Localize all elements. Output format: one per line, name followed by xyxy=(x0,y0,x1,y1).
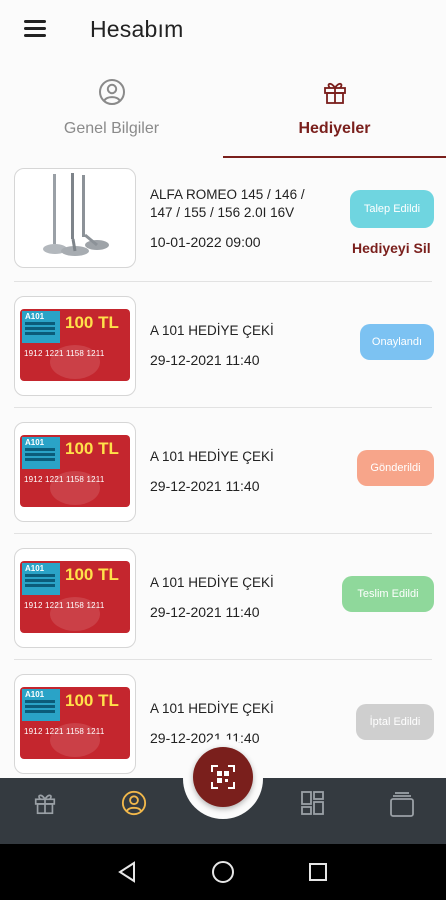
qr-scan-icon xyxy=(211,765,235,789)
user-circle-icon xyxy=(98,79,125,105)
gift-image: A101 100 TL 1912 1221 1158 1211 xyxy=(14,296,136,396)
nav-gifts[interactable] xyxy=(15,778,75,828)
qr-scan-button[interactable] xyxy=(193,747,253,807)
gift-image xyxy=(14,168,136,268)
gift-date: 29-12-2021 11:40 xyxy=(150,478,260,494)
list-item[interactable]: ALFA ROMEO 145 / 146 / 147 / 155 / 156 2… xyxy=(0,158,446,282)
gift-name: A 101 HEDİYE ÇEKİ xyxy=(150,449,274,464)
list-item[interactable]: A101 100 TL 1912 1221 1158 1211 A 101 HE… xyxy=(0,534,446,660)
tab-general-info[interactable]: Genel Bilgiler xyxy=(0,70,223,158)
gift-date: 10-01-2022 09:00 xyxy=(150,234,261,250)
dashboard-grid-icon xyxy=(301,791,324,815)
gift-date: 29-12-2021 11:40 xyxy=(150,604,260,620)
gift-name: A 101 HEDİYE ÇEKİ xyxy=(150,323,274,338)
cards-stack-icon xyxy=(390,792,414,817)
gift-icon xyxy=(323,82,346,104)
tab-bar: Genel Bilgiler Hediyeler xyxy=(0,70,446,158)
back-icon[interactable] xyxy=(114,858,142,886)
delete-gift-link[interactable]: Hediyeyi Sil xyxy=(352,240,431,256)
tab-label: Genel Bilgiler xyxy=(63,120,160,137)
list-item[interactable]: A101 100 TL 1912 1221 1158 1211 A 101 HE… xyxy=(0,282,446,408)
gift-date: 29-12-2021 11:40 xyxy=(150,352,260,368)
nav-profile[interactable] xyxy=(104,778,164,828)
engine-valves-image xyxy=(43,173,109,256)
system-navigation-bar xyxy=(0,844,446,900)
status-badge[interactable]: Talep Edildi xyxy=(350,190,434,228)
gift-card-image: A101 100 TL 1912 1221 1158 1211 xyxy=(20,309,130,381)
gift-image: A101 100 TL 1912 1221 1158 1211 xyxy=(14,422,136,522)
page-title: Hesabım xyxy=(90,16,184,42)
gift-name: ALFA ROMEO 145 / 146 / 147 / 155 / 156 2… xyxy=(150,187,305,220)
status-badge[interactable]: Teslim Edildi xyxy=(342,576,434,612)
gift-name: A 101 HEDİYE ÇEKİ xyxy=(150,701,274,716)
tab-label: Hediyeler xyxy=(298,120,371,137)
gift-card-image: A101 100 TL 1912 1221 1158 1211 xyxy=(20,435,130,507)
gift-card-image: A101 100 TL 1912 1221 1158 1211 xyxy=(20,561,130,633)
gift-card-image: A101 100 TL 1912 1221 1158 1211 xyxy=(20,687,130,759)
list-item[interactable]: A101 100 TL 1912 1221 1158 1211 A 101 HE… xyxy=(0,408,446,534)
gift-icon xyxy=(34,794,56,815)
hamburger-menu-icon[interactable] xyxy=(24,20,46,38)
nav-cards[interactable] xyxy=(372,778,432,828)
status-badge[interactable]: Gönderildi xyxy=(357,450,434,486)
status-badge[interactable]: İptal Edildi xyxy=(356,704,434,740)
user-circle-icon xyxy=(121,790,147,816)
home-icon[interactable] xyxy=(209,858,237,886)
gift-image: A101 100 TL 1912 1221 1158 1211 xyxy=(14,674,136,774)
recents-icon[interactable] xyxy=(304,858,332,886)
gift-image: A101 100 TL 1912 1221 1158 1211 xyxy=(14,548,136,648)
gift-name: A 101 HEDİYE ÇEKİ xyxy=(150,575,274,590)
tab-gifts[interactable]: Hediyeler xyxy=(223,70,446,158)
status-badge[interactable]: Onaylandı xyxy=(360,324,434,360)
nav-dashboard[interactable] xyxy=(283,778,343,828)
app-bar: Hesabım xyxy=(0,0,446,62)
